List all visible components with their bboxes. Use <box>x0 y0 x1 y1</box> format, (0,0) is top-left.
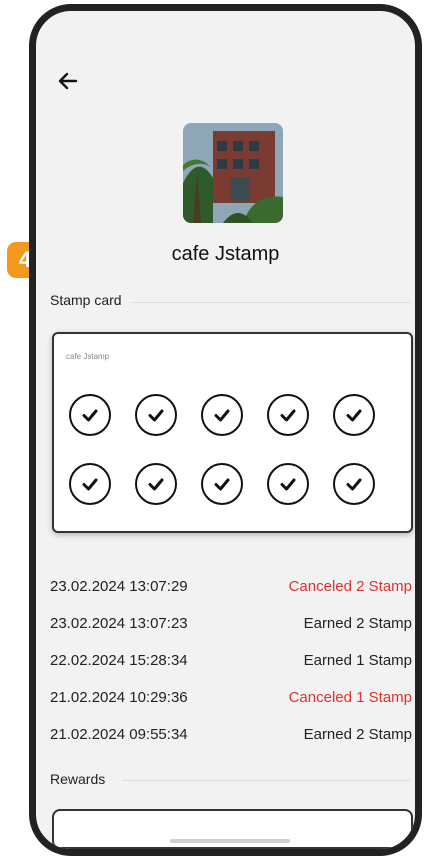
stamp-slot <box>69 394 111 436</box>
stamp-card-label: cafe Jstamp <box>66 352 110 361</box>
stamp-slot <box>267 394 309 436</box>
checkmark-icon <box>148 409 164 422</box>
home-indicator <box>170 839 290 843</box>
stamp-slot <box>135 463 177 505</box>
checkmark-icon <box>214 478 230 491</box>
stamp-slot <box>201 463 243 505</box>
history-action: Earned 2 Stamp <box>303 614 412 632</box>
history-row: 21.02.2024 09:55:34 Earned 2 Stamp <box>50 723 412 745</box>
checkmark-icon <box>346 409 362 422</box>
stamp-slot <box>69 463 111 505</box>
history-datetime: 23.02.2024 13:07:23 <box>50 614 188 632</box>
history-row: 23.02.2024 13:07:23 Earned 2 Stamp <box>50 612 412 634</box>
checkmark-icon <box>214 409 230 422</box>
stamp-slot <box>201 394 243 436</box>
stamp-card-section-title: Stamp card <box>50 292 122 308</box>
phone-frame: cafe Jstamp Stamp card cafe Jstamp 23.02… <box>29 4 422 856</box>
back-arrow-icon[interactable] <box>56 69 80 93</box>
history-datetime: 21.02.2024 09:55:34 <box>50 725 188 743</box>
history-action: Canceled 2 Stamp <box>288 577 412 595</box>
stamp-slot <box>333 394 375 436</box>
checkmark-icon <box>280 409 296 422</box>
checkmark-icon <box>82 409 98 422</box>
cafe-photo <box>183 123 283 223</box>
stamp-slot <box>135 394 177 436</box>
stamp-slot <box>267 463 309 505</box>
checkmark-icon <box>280 478 296 491</box>
history-action: Earned 1 Stamp <box>303 651 412 669</box>
history-action: Canceled 1 Stamp <box>288 688 412 706</box>
history-datetime: 21.02.2024 10:29:36 <box>50 688 188 706</box>
checkmark-icon <box>346 478 362 491</box>
rewards-section-title: Rewards <box>50 771 106 787</box>
checkmark-icon <box>148 478 164 491</box>
status-bar <box>36 11 415 33</box>
history-row: 23.02.2024 13:07:29 Canceled 2 Stamp <box>50 575 412 597</box>
history-row: 22.02.2024 15:28:34 Earned 1 Stamp <box>50 649 412 671</box>
stamp-slot <box>333 463 375 505</box>
checkmark-icon <box>82 478 98 491</box>
cafe-name-title: cafe Jstamp <box>171 243 280 265</box>
stamp-card: cafe Jstamp <box>52 332 413 533</box>
section-divider <box>131 302 411 303</box>
section-divider <box>122 780 411 781</box>
history-datetime: 23.02.2024 13:07:29 <box>50 577 188 595</box>
history-datetime: 22.02.2024 15:28:34 <box>50 651 188 669</box>
history-row: 21.02.2024 10:29:36 Canceled 1 Stamp <box>50 686 412 708</box>
history-action: Earned 2 Stamp <box>303 725 412 743</box>
reward-card[interactable] <box>52 809 413 849</box>
